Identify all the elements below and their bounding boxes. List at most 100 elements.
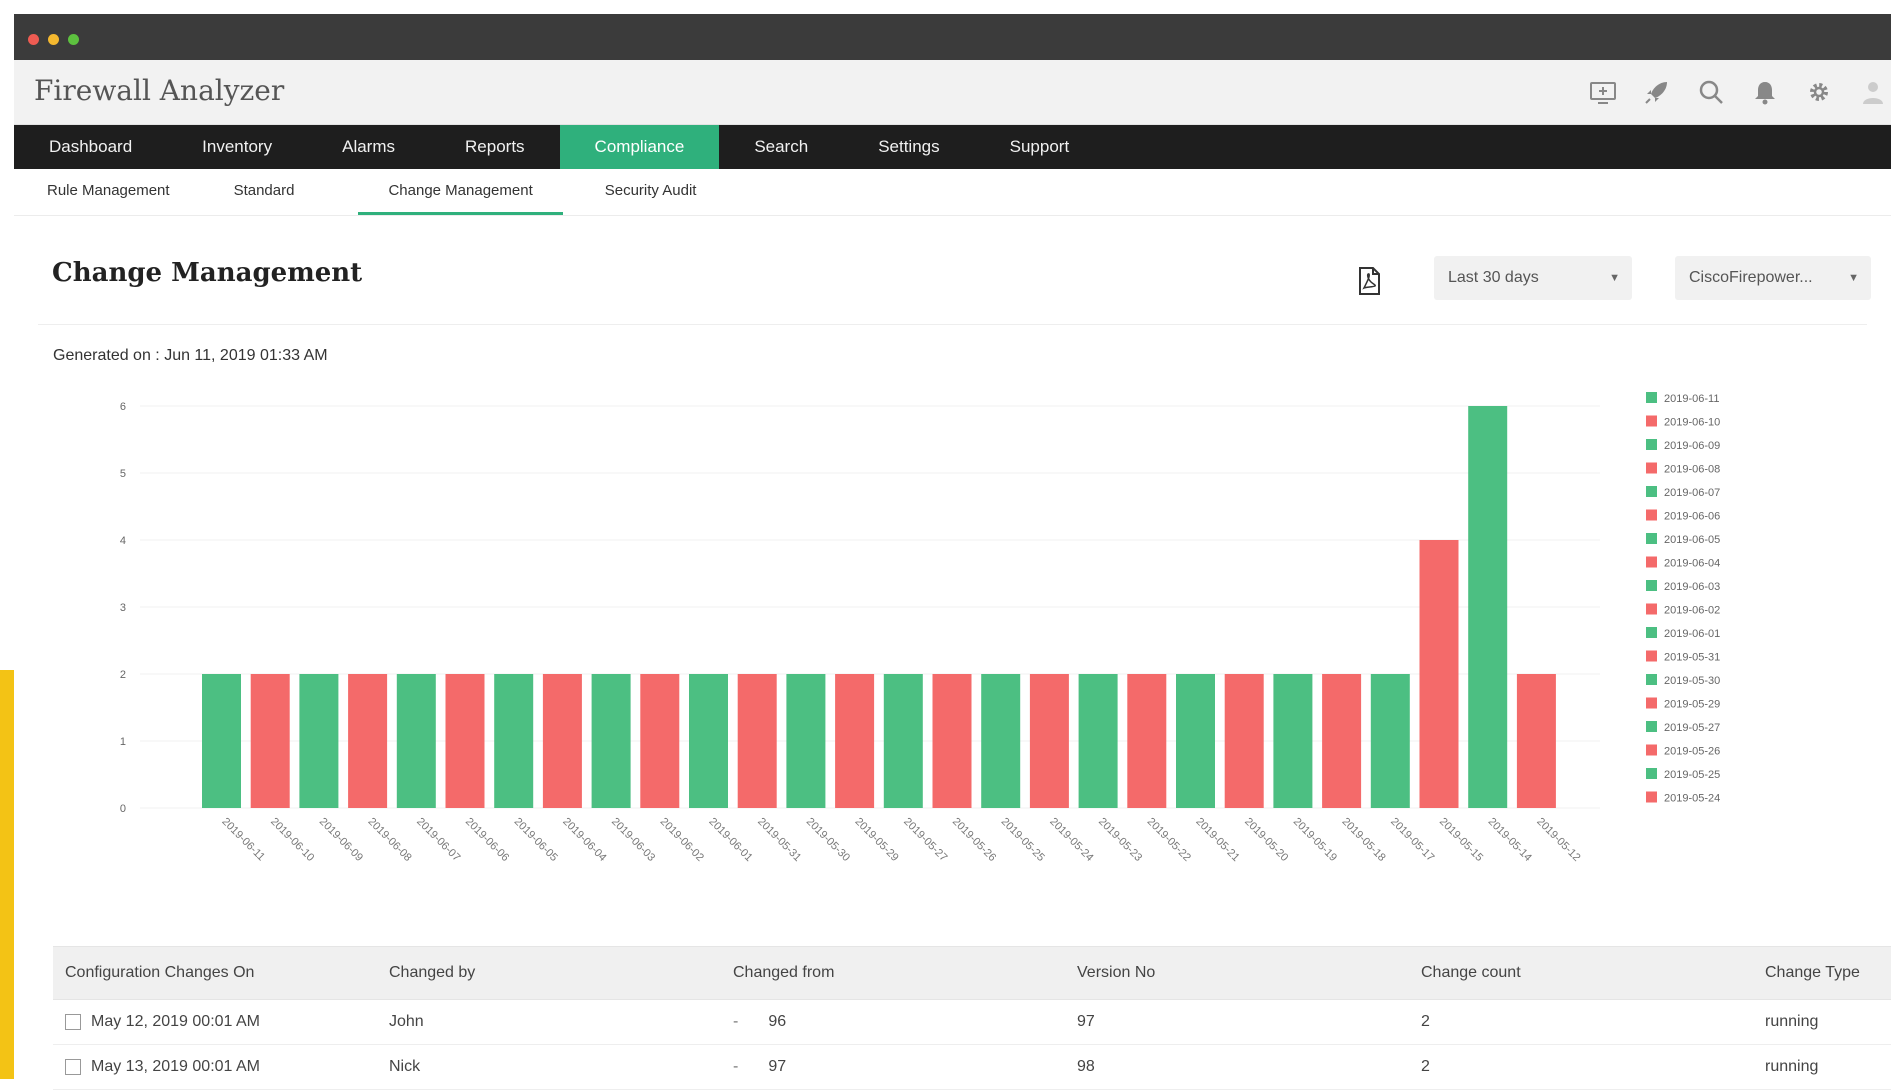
subnav-standard[interactable]: Standard	[234, 169, 317, 215]
legend-swatch	[1646, 791, 1657, 803]
legend-swatch	[1646, 697, 1657, 709]
nav-support[interactable]: Support	[975, 125, 1105, 169]
row-type: running	[1753, 1044, 1891, 1090]
legend-swatch	[1646, 462, 1657, 474]
chart-bar	[299, 674, 339, 808]
legend-label: 2019-06-04	[1664, 558, 1720, 570]
chart-bar	[786, 674, 826, 808]
legend-label: 2019-06-01	[1664, 628, 1720, 640]
nav-compliance[interactable]: Compliance	[559, 125, 720, 169]
chart-bar	[1370, 674, 1410, 808]
col-change-type[interactable]: Change Type	[1753, 946, 1891, 1000]
legend-label: 2019-06-05	[1664, 534, 1720, 546]
chart-bar	[348, 674, 388, 808]
changes-table: Configuration Changes On Changed by Chan…	[53, 946, 1891, 1090]
x-tick-label: 2019-05-22	[1145, 816, 1193, 864]
date-range-value: Last 30 days	[1448, 269, 1539, 286]
chart-bar	[250, 674, 290, 808]
legend-swatch	[1646, 603, 1657, 615]
page-header: Change Management Last 30 days ▼ CiscoFi…	[38, 216, 1871, 325]
legend-swatch	[1646, 415, 1657, 427]
nav-dashboard[interactable]: Dashboard	[14, 125, 167, 169]
x-tick-label: 2019-05-12	[1534, 816, 1582, 864]
chart-bar	[737, 674, 777, 808]
chart-bar	[835, 674, 875, 808]
legend-label: 2019-06-09	[1664, 440, 1720, 452]
legend-label: 2019-05-30	[1664, 675, 1720, 687]
nav-alarms[interactable]: Alarms	[307, 125, 430, 169]
date-range-select[interactable]: Last 30 days ▼	[1434, 256, 1632, 300]
col-changed-by[interactable]: Changed by	[377, 946, 721, 1000]
app-header: Firewall Analyzer	[14, 60, 1891, 125]
user-icon[interactable]	[1855, 74, 1891, 110]
y-tick-label: 5	[120, 468, 126, 480]
changes-table-grid: Configuration Changes On Changed by Chan…	[53, 946, 1891, 1090]
x-tick-label: 2019-05-20	[1242, 816, 1290, 864]
monitor-icon[interactable]	[1585, 74, 1621, 110]
x-tick-label: 2019-05-19	[1291, 816, 1339, 864]
chart-bar	[689, 674, 728, 808]
chart-bar	[1322, 674, 1362, 808]
header-icons	[1585, 74, 1891, 110]
col-version-no[interactable]: Version No	[1065, 946, 1409, 1000]
gear-icon[interactable]	[1801, 74, 1837, 110]
x-tick-label: 2019-05-25	[999, 816, 1047, 864]
nav-reports[interactable]: Reports	[430, 125, 560, 169]
sub-nav: Rule Management Standard Change Manageme…	[14, 169, 1891, 216]
legend-label: 2019-06-11	[1664, 393, 1719, 405]
legend-label: 2019-05-31	[1664, 652, 1720, 664]
legend-label: 2019-06-08	[1664, 464, 1720, 476]
row-changed-from: 96	[768, 1013, 787, 1030]
x-tick-label: 2019-05-24	[1047, 816, 1095, 864]
legend-label: 2019-06-03	[1664, 581, 1720, 593]
minimize-window-button[interactable]	[48, 34, 59, 45]
chart-bar	[396, 674, 436, 808]
y-tick-label: 3	[120, 602, 126, 614]
x-tick-label: 2019-06-04	[560, 816, 608, 864]
legend-swatch	[1646, 768, 1657, 779]
col-changed-from[interactable]: Changed from	[721, 946, 1065, 1000]
subnav-rule-management[interactable]: Rule Management	[47, 169, 192, 215]
pdf-export-icon[interactable]	[1354, 266, 1394, 306]
col-change-count[interactable]: Change count	[1409, 946, 1753, 1000]
x-tick-label: 2019-06-11	[219, 816, 267, 864]
row-dash: -	[733, 1058, 739, 1075]
col-config-changes-on[interactable]: Configuration Changes On	[53, 946, 377, 1000]
row-type: running	[1753, 999, 1891, 1045]
nav-search[interactable]: Search	[719, 125, 843, 169]
x-tick-label: 2019-05-23	[1096, 816, 1144, 864]
close-window-button[interactable]	[28, 34, 39, 45]
legend-swatch	[1646, 556, 1657, 568]
maximize-window-button[interactable]	[68, 34, 79, 45]
chart-bar	[1078, 674, 1118, 808]
row-dash: -	[733, 1013, 739, 1030]
bell-icon[interactable]	[1747, 74, 1783, 110]
x-tick-label: 2019-05-15	[1437, 816, 1485, 864]
x-tick-label: 2019-06-09	[317, 816, 365, 864]
chart-bar	[932, 674, 972, 808]
chart-bar	[1029, 674, 1069, 808]
chart-bar	[1419, 540, 1459, 808]
subnav-change-management[interactable]: Change Management	[358, 169, 563, 215]
nav-inventory[interactable]: Inventory	[167, 125, 307, 169]
chevron-down-icon: ▼	[1848, 272, 1859, 284]
search-icon[interactable]	[1693, 74, 1729, 110]
x-tick-label: 2019-05-27	[901, 816, 949, 864]
row-checkbox[interactable]	[65, 1013, 81, 1030]
row-checkbox[interactable]	[65, 1058, 81, 1075]
x-tick-label: 2019-05-17	[1388, 816, 1436, 864]
chart-bar	[1176, 674, 1215, 808]
chart-bar	[981, 674, 1021, 808]
legend-swatch	[1646, 533, 1657, 544]
x-tick-label: 2019-05-30	[804, 816, 852, 864]
device-select[interactable]: CiscoFirepower... ▼	[1675, 256, 1871, 300]
legend-label: 2019-05-24	[1664, 793, 1720, 805]
chart-bar	[202, 674, 241, 808]
legend-label: 2019-05-27	[1664, 722, 1720, 734]
nav-settings[interactable]: Settings	[843, 125, 974, 169]
change-chart: 0 1 2 3 4 5 6 2019-06-11 2019-06-10 2019-06-09 201…	[110, 388, 1860, 888]
rocket-icon[interactable]	[1639, 74, 1675, 110]
row-version: 98	[1065, 1044, 1409, 1090]
row-date: May 13, 2019 00:01 AM	[91, 1058, 260, 1075]
subnav-security-audit[interactable]: Security Audit	[605, 169, 719, 215]
